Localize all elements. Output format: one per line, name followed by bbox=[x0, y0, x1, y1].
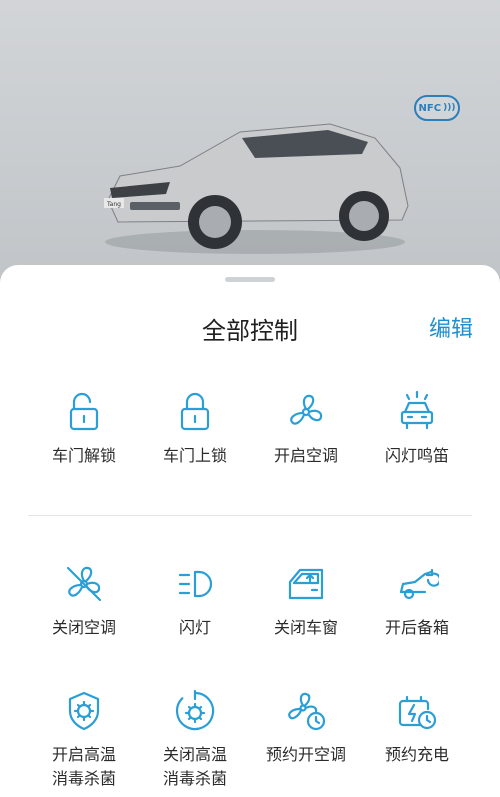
lock-icon bbox=[180, 392, 210, 431]
shield-virus-icon bbox=[68, 691, 100, 731]
nfc-label: NFC bbox=[418, 102, 442, 114]
control-label: 开启空调 bbox=[273, 446, 338, 465]
svg-text:Tang: Tang bbox=[106, 201, 121, 208]
car-horn-icon bbox=[400, 390, 434, 430]
schedule-charge-button[interactable]: 预约充电 bbox=[361, 689, 473, 767]
drag-handle[interactable] bbox=[225, 277, 275, 282]
edit-button[interactable]: 编辑 bbox=[429, 311, 473, 343]
battery-clock-icon bbox=[398, 695, 437, 730]
sterilize-on-button[interactable]: 开启高温 消毒杀菌 bbox=[28, 689, 140, 791]
control-label: 车门解锁 bbox=[51, 446, 116, 465]
lock-door-button[interactable]: 车门上锁 bbox=[139, 390, 251, 468]
trunk-icon bbox=[399, 568, 439, 600]
unlock-icon bbox=[69, 392, 99, 431]
page-title: 全部控制 bbox=[202, 317, 298, 345]
control-label: 预约充电 bbox=[384, 745, 449, 764]
control-label: 开启高温 消毒杀菌 bbox=[51, 745, 116, 788]
car-window-icon bbox=[288, 568, 324, 600]
open-trunk-button[interactable]: 开后备箱 bbox=[361, 562, 473, 640]
control-label: 关闭空调 bbox=[51, 618, 116, 637]
control-label: 预约开空调 bbox=[265, 745, 346, 764]
ac-on-button[interactable]: 开启空调 bbox=[250, 390, 362, 468]
virus-off-icon bbox=[175, 689, 215, 731]
fan-off-icon bbox=[66, 566, 102, 602]
nfc-badge[interactable]: NFC ))) bbox=[414, 95, 460, 121]
car-image: Tang bbox=[104, 123, 409, 254]
car-hero: Tang NFC ))) bbox=[0, 0, 500, 300]
sterilize-off-button[interactable]: 关闭高温 消毒杀菌 bbox=[139, 689, 251, 791]
control-label: 闪灯 bbox=[178, 618, 211, 637]
fan-clock-icon bbox=[288, 692, 326, 731]
control-label: 车门上锁 bbox=[162, 446, 227, 465]
flash-horn-button[interactable]: 闪灯鸣笛 bbox=[361, 390, 473, 468]
fan-icon bbox=[290, 394, 323, 425]
control-sheet: 全部控制 编辑 车门解锁 车门上锁 开启空调 闪灯鸣笛 关闭空调 闪灯 关闭车窗… bbox=[0, 265, 500, 797]
ac-off-button[interactable]: 关闭空调 bbox=[28, 562, 140, 640]
nfc-waves-icon: ))) bbox=[443, 102, 456, 113]
control-label: 关闭高温 消毒杀菌 bbox=[162, 745, 227, 788]
control-label: 关闭车窗 bbox=[273, 618, 338, 637]
flash-lights-button[interactable]: 闪灯 bbox=[139, 562, 251, 640]
unlock-door-button[interactable]: 车门解锁 bbox=[28, 390, 140, 468]
control-label: 闪灯鸣笛 bbox=[384, 446, 449, 465]
section-divider bbox=[28, 515, 472, 516]
headlight-icon bbox=[178, 570, 213, 598]
close-window-button[interactable]: 关闭车窗 bbox=[250, 562, 362, 640]
schedule-ac-button[interactable]: 预约开空调 bbox=[250, 689, 362, 767]
control-label: 开后备箱 bbox=[384, 618, 449, 637]
